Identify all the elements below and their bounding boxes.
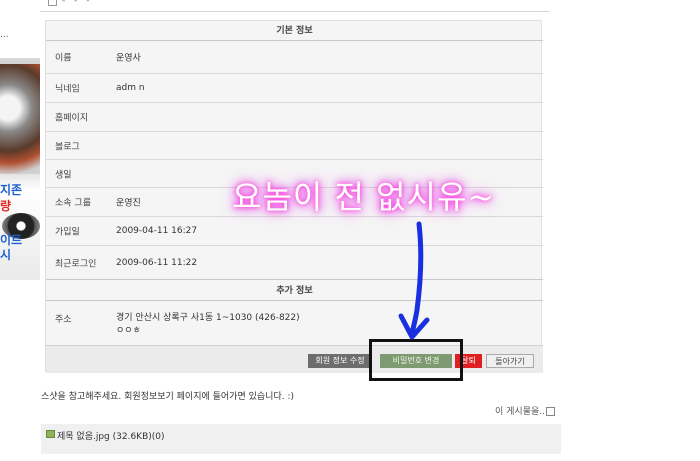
row-label: 소속 그룹 xyxy=(55,198,91,209)
row-label: 홈페이지 xyxy=(55,113,89,124)
row-label: 이름 xyxy=(55,53,72,64)
ad-text-1: 지존 xyxy=(0,183,23,197)
attachment-link[interactable]: 제목 없음.jpg (32.6KB)(0) xyxy=(57,429,165,442)
section-extra-info-title: 추가 정보 xyxy=(46,279,543,301)
attachment-box: 제목 없음.jpg (32.6KB)(0) xyxy=(41,424,561,454)
row-value: 2009-04-11 16:27 xyxy=(116,226,198,236)
arrow-shaft xyxy=(409,221,424,337)
row-label: 최근로그인 xyxy=(55,259,97,269)
action-button-bar: 회원 정보 수정 비밀번호 변경 탈퇴 돌아가기 xyxy=(46,345,543,373)
info-row-joined: 가입일 2009-04-11 16:27 xyxy=(46,217,543,246)
info-row-name: 이름 운영사 xyxy=(46,41,543,74)
sidebar-ad-banner[interactable]: 지존 량 이트 시 xyxy=(0,58,40,280)
more-posts-link[interactable]: 이 게시물을.. xyxy=(495,404,555,417)
section-basic-info-title: 기본 정보 xyxy=(46,21,543,41)
annotation-arrow-icon xyxy=(398,221,430,340)
info-row-nickname: 닉네임 adm n xyxy=(46,74,543,103)
ad-text-4: 시 xyxy=(0,248,12,262)
checkbox-icon[interactable] xyxy=(48,0,57,6)
row-value: 운영진 xyxy=(116,198,141,209)
post-caption: 스샷을 참고해주세요. 회원정보보기 페이지에 들어가면 있습니다. :) xyxy=(41,392,294,402)
address-line-2: ㅇㅇㅎ xyxy=(116,326,141,336)
row-value: 2009-06-11 11:22 xyxy=(116,257,198,268)
image-file-icon xyxy=(46,430,55,438)
row-label: 생일 xyxy=(55,170,72,180)
row-value: 운영사 xyxy=(116,53,141,64)
left-sidebar: ... 지존 량 이트 시 xyxy=(0,0,40,461)
info-row-last-login: 최근로그인 2009-06-11 11:22 xyxy=(46,246,543,279)
address-line-1: 경기 안산시 상록구 사1동 1~1030 (426-822) xyxy=(116,313,300,323)
top-menu-row: - - - xyxy=(40,0,550,12)
row-label: 가입일 xyxy=(55,227,80,238)
info-row-address: 주소 경기 안산시 상록구 사1동 1~1030 (426-822) ㅇㅇㅎ xyxy=(46,301,543,345)
edit-member-info-button[interactable]: 회원 정보 수정 xyxy=(308,354,372,368)
info-row-homepage: 홈페이지 xyxy=(46,103,543,132)
more-posts-label: 이 게시물을.. xyxy=(495,407,545,417)
top-row-fragment: - - - xyxy=(62,0,93,6)
ad-text-2: 량 xyxy=(0,199,12,213)
left-ellipsis: ... xyxy=(0,30,9,40)
address-label: 주소 xyxy=(55,315,72,325)
row-label: 닉네임 xyxy=(55,84,80,95)
row-label: 블로그 xyxy=(55,142,80,152)
info-row-blog: 블로그 xyxy=(46,132,543,160)
annotation-text: 요놈이 전 없시유~ xyxy=(232,178,496,216)
row-value: adm n xyxy=(116,83,145,93)
more-posts-icon xyxy=(545,407,555,416)
back-button[interactable]: 돌아가기 xyxy=(486,354,534,368)
highlight-box xyxy=(369,339,463,381)
ad-photo xyxy=(0,64,40,174)
ad-text-3: 이트 xyxy=(0,233,23,247)
address-value: 경기 안산시 상록구 사1동 1~1030 (426-822) ㅇㅇㅎ xyxy=(116,312,300,338)
